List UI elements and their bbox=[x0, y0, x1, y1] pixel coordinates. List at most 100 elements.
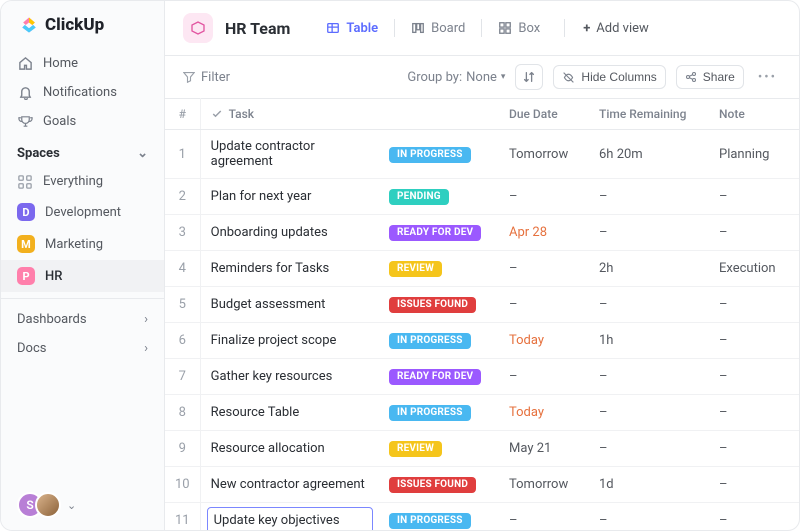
time-remaining-cell[interactable]: – bbox=[589, 179, 709, 215]
status-badge: IN PROGRESS bbox=[389, 513, 471, 529]
time-remaining-cell[interactable]: – bbox=[589, 395, 709, 431]
table-row[interactable]: 3Onboarding updatesREADY FOR DEVApr 28–– bbox=[165, 215, 799, 251]
status-cell[interactable]: PENDING bbox=[379, 179, 499, 215]
sidebar-everything[interactable]: Everything bbox=[1, 167, 164, 196]
note-cell[interactable]: – bbox=[709, 179, 799, 215]
section-dashboards[interactable]: Dashboards› bbox=[1, 305, 164, 334]
note-cell[interactable]: – bbox=[709, 323, 799, 359]
status-cell[interactable]: ISSUES FOUND bbox=[379, 287, 499, 323]
check-icon bbox=[211, 108, 223, 120]
time-remaining-cell[interactable]: – bbox=[589, 503, 709, 531]
status-cell[interactable]: IN PROGRESS bbox=[379, 130, 499, 179]
status-cell[interactable]: REVIEW bbox=[379, 431, 499, 467]
table-row[interactable]: 9Resource allocationREVIEWMay 21–– bbox=[165, 431, 799, 467]
table-row[interactable]: 7Gather key resourcesREADY FOR DEV––– bbox=[165, 359, 799, 395]
task-name-cell[interactable]: Plan for next year bbox=[200, 179, 379, 215]
task-name-cell[interactable]: Resource Table bbox=[200, 395, 379, 431]
due-date-cell[interactable]: Today bbox=[499, 395, 589, 431]
table-row[interactable]: 5Budget assessmentISSUES FOUND––– bbox=[165, 287, 799, 323]
task-name-cell[interactable]: Finalize project scope bbox=[200, 323, 379, 359]
note-cell[interactable]: – bbox=[709, 503, 799, 531]
sort-button[interactable] bbox=[515, 64, 543, 90]
time-remaining-cell[interactable]: – bbox=[589, 215, 709, 251]
task-name-input[interactable]: Update key objectives bbox=[207, 507, 373, 530]
brand[interactable]: ClickUp bbox=[1, 1, 164, 49]
space-development[interactable]: DDevelopment bbox=[1, 196, 164, 228]
spaces-header[interactable]: Spaces ⌄ bbox=[1, 136, 164, 167]
nav-bell[interactable]: Notifications bbox=[1, 78, 164, 107]
task-name-cell[interactable]: Budget assessment bbox=[200, 287, 379, 323]
table-row[interactable]: 2Plan for next yearPENDING––– bbox=[165, 179, 799, 215]
nav-home[interactable]: Home bbox=[1, 49, 164, 78]
clickup-logo-icon bbox=[19, 15, 39, 35]
task-name-cell[interactable]: Update contractor agreement bbox=[200, 130, 379, 179]
task-name-cell[interactable]: Reminders for Tasks bbox=[200, 251, 379, 287]
note-cell[interactable]: – bbox=[709, 215, 799, 251]
time-remaining-cell[interactable]: – bbox=[589, 287, 709, 323]
due-date-cell[interactable]: – bbox=[499, 251, 589, 287]
sidebar: ClickUp HomeNotificationsGoals Spaces ⌄ … bbox=[1, 1, 165, 530]
hide-columns-button[interactable]: Hide Columns bbox=[553, 65, 665, 89]
more-menu-button[interactable]: ••• bbox=[754, 70, 781, 85]
due-date-cell[interactable]: Tomorrow bbox=[499, 467, 589, 503]
col-header-time[interactable]: Time Remaining bbox=[589, 99, 709, 130]
status-cell[interactable]: READY FOR DEV bbox=[379, 359, 499, 395]
time-remaining-cell[interactable]: – bbox=[589, 359, 709, 395]
time-remaining-cell[interactable]: – bbox=[589, 431, 709, 467]
due-date-cell[interactable]: – bbox=[499, 359, 589, 395]
note-cell[interactable]: – bbox=[709, 359, 799, 395]
due-date-cell[interactable]: May 21 bbox=[499, 431, 589, 467]
due-date-cell[interactable]: – bbox=[499, 287, 589, 323]
avatar-user[interactable] bbox=[35, 492, 61, 518]
note-cell[interactable]: Planning bbox=[709, 130, 799, 179]
status-cell[interactable]: IN PROGRESS bbox=[379, 395, 499, 431]
due-date-cell[interactable]: Today bbox=[499, 323, 589, 359]
table-row[interactable]: 1Update contractor agreementIN PROGRESST… bbox=[165, 130, 799, 179]
table-row[interactable]: 8Resource TableIN PROGRESSToday–– bbox=[165, 395, 799, 431]
col-header-num[interactable]: # bbox=[165, 99, 200, 130]
col-header-note[interactable]: Note bbox=[709, 99, 799, 130]
nav-trophy[interactable]: Goals bbox=[1, 107, 164, 136]
table-row[interactable]: 6Finalize project scopeIN PROGRESSToday1… bbox=[165, 323, 799, 359]
status-cell[interactable]: READY FOR DEV bbox=[379, 215, 499, 251]
time-remaining-cell[interactable]: 1d bbox=[589, 467, 709, 503]
view-board[interactable]: Board bbox=[405, 17, 471, 40]
task-name-cell[interactable]: Onboarding updates bbox=[200, 215, 379, 251]
note-cell[interactable]: – bbox=[709, 287, 799, 323]
chevron-down-icon[interactable]: ⌄ bbox=[67, 499, 76, 512]
task-name-cell[interactable]: Gather key resources bbox=[200, 359, 379, 395]
table-row[interactable]: 10New contractor agreementISSUES FOUNDTo… bbox=[165, 467, 799, 503]
task-name-cell[interactable]: New contractor agreement bbox=[200, 467, 379, 503]
groupby-button[interactable]: Group by: None ▾ bbox=[407, 70, 505, 85]
table-row[interactable]: 11Update key objectivesIN PROGRESS––– bbox=[165, 503, 799, 531]
add-view-button[interactable]: + Add view bbox=[583, 21, 649, 36]
col-header-task[interactable]: Task bbox=[200, 99, 379, 130]
due-date-cell[interactable]: – bbox=[499, 503, 589, 531]
space-marketing[interactable]: MMarketing bbox=[1, 228, 164, 260]
due-date-cell[interactable]: – bbox=[499, 179, 589, 215]
note-cell[interactable]: – bbox=[709, 395, 799, 431]
table-row[interactable]: 4Reminders for TasksREVIEW–2hExecution bbox=[165, 251, 799, 287]
task-name-cell[interactable]: Resource allocation bbox=[200, 431, 379, 467]
due-date-cell[interactable]: Tomorrow bbox=[499, 130, 589, 179]
share-button[interactable]: Share bbox=[676, 65, 744, 89]
status-cell[interactable]: ISSUES FOUND bbox=[379, 467, 499, 503]
time-remaining-cell[interactable]: 6h 20m bbox=[589, 130, 709, 179]
view-table[interactable]: Table bbox=[320, 17, 384, 40]
due-date-cell[interactable]: Apr 28 bbox=[499, 215, 589, 251]
filter-button[interactable]: Filter bbox=[183, 70, 230, 85]
time-remaining-cell[interactable]: 2h bbox=[589, 251, 709, 287]
note-cell[interactable]: Execution bbox=[709, 251, 799, 287]
topbar: HR Team TableBoardBox + Add view bbox=[165, 1, 799, 56]
time-remaining-cell[interactable]: 1h bbox=[589, 323, 709, 359]
status-cell[interactable]: REVIEW bbox=[379, 251, 499, 287]
space-hr[interactable]: PHR bbox=[1, 260, 164, 292]
col-header-due[interactable]: Due Date bbox=[499, 99, 589, 130]
note-cell[interactable]: – bbox=[709, 467, 799, 503]
status-cell[interactable]: IN PROGRESS bbox=[379, 503, 499, 531]
status-cell[interactable]: IN PROGRESS bbox=[379, 323, 499, 359]
note-cell[interactable]: – bbox=[709, 431, 799, 467]
view-box[interactable]: Box bbox=[492, 17, 546, 40]
task-name-cell[interactable]: Update key objectives bbox=[200, 503, 379, 531]
section-docs[interactable]: Docs› bbox=[1, 334, 164, 363]
